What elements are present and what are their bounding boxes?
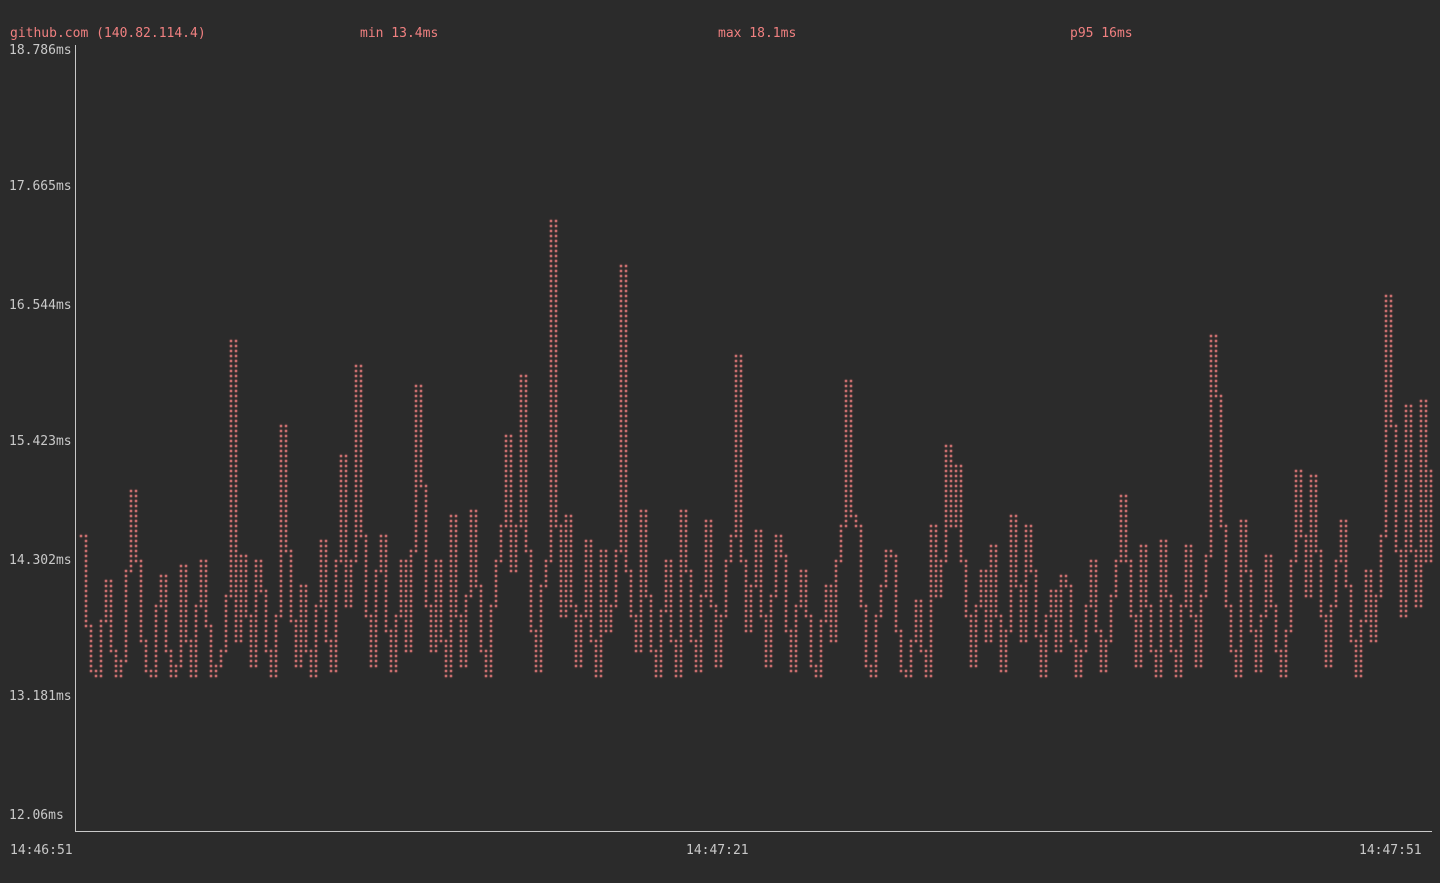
y-tick-label: 14.302ms — [9, 553, 72, 569]
y-tick-label: 16.544ms — [9, 298, 72, 314]
x-tick-label: 14:46:51 — [10, 843, 73, 859]
gping-terminal-window: github.com (140.82.114.4) min 13.4ms max… — [0, 0, 1440, 883]
y-tick-label: 12.06ms — [9, 808, 64, 824]
y-axis-line — [75, 45, 76, 831]
x-tick-label: 14:47:21 — [686, 843, 749, 859]
y-tick-label: 17.665ms — [9, 179, 72, 195]
latency-plot-canvas — [0, 0, 1440, 883]
stat-max-label: max 18.1ms — [718, 26, 796, 42]
x-axis-line — [75, 831, 1432, 832]
x-tick-label: 14:47:51 — [1359, 843, 1422, 859]
y-tick-label: 18.786ms — [9, 43, 72, 59]
ping-target-label: github.com (140.82.114.4) — [10, 26, 206, 42]
stat-min-label: min 13.4ms — [360, 26, 438, 42]
stat-p95-label: p95 16ms — [1070, 26, 1133, 42]
y-tick-label: 15.423ms — [9, 434, 72, 450]
y-tick-label: 13.181ms — [9, 689, 72, 705]
